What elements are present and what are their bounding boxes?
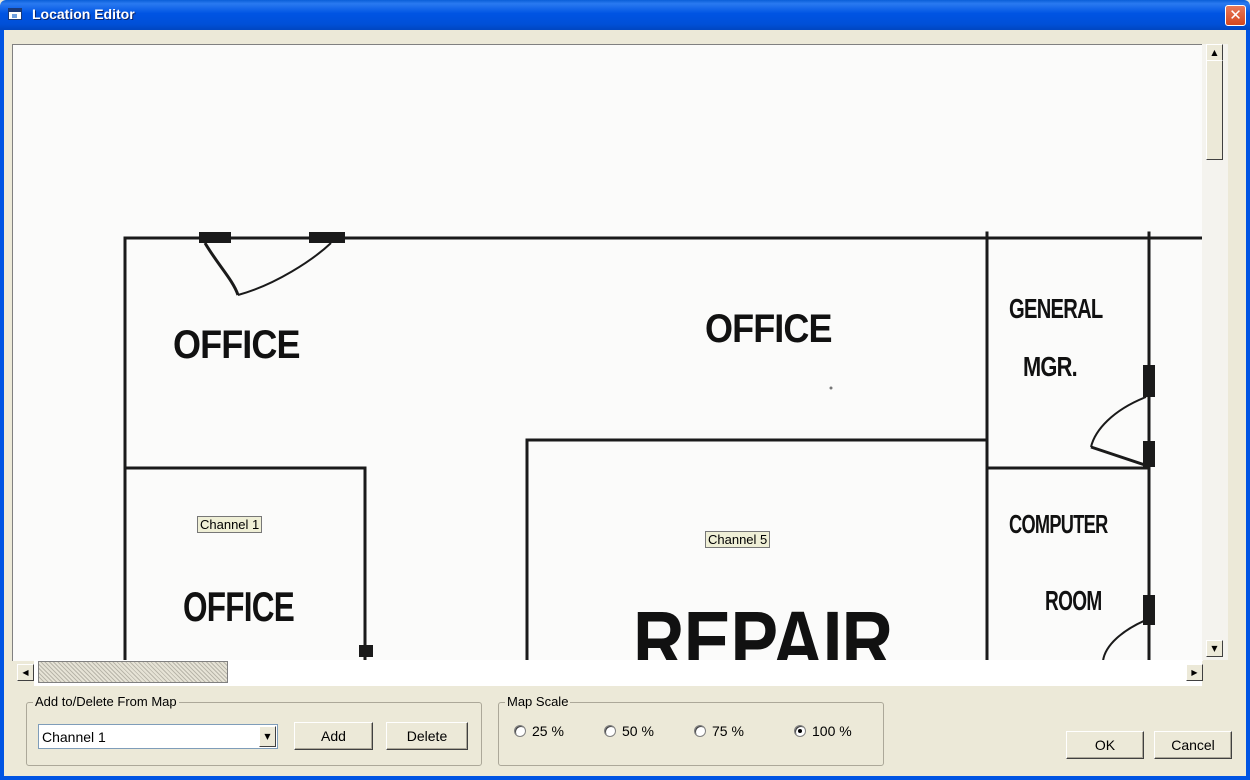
room-label-office: OFFICE <box>705 307 833 351</box>
horizontal-scroll-thumb[interactable] <box>38 661 228 683</box>
radio-label-50: 50 % <box>622 723 654 739</box>
channel-select-value: Channel 1 <box>42 729 106 745</box>
room-label-room: ROOM <box>1045 585 1102 616</box>
channel-select[interactable]: Channel 1 ▼ <box>38 724 278 749</box>
channel-marker[interactable]: Channel 5 <box>705 531 771 548</box>
add-button[interactable]: Add <box>294 722 373 750</box>
door-top-swing <box>237 242 332 296</box>
radio-25[interactable] <box>514 725 526 737</box>
radio-50[interactable] <box>604 725 616 737</box>
room-label-general: GENERAL <box>1009 293 1103 324</box>
add-delete-group-legend: Add to/Delete From Map <box>33 694 179 709</box>
room-label-office: OFFICE <box>183 583 295 630</box>
radio-label-100: 100 % <box>812 723 852 739</box>
vertical-scroll-thumb[interactable] <box>1206 60 1223 160</box>
room-label-computer: COMPUTER <box>1009 509 1108 539</box>
window-title: Location Editor <box>32 6 135 22</box>
door-gm-swing <box>1090 396 1147 448</box>
map-speck <box>829 386 833 390</box>
title-bar[interactable]: Location Editor ✕ <box>0 0 1250 30</box>
radio-label-25: 25 % <box>532 723 564 739</box>
scroll-left-button[interactable]: ◀ <box>17 664 34 681</box>
floor-plan-map[interactable]: OFFICE OFFICE GENERAL MGR. COMPUTER ROOM… <box>12 44 1203 661</box>
chevron-down-icon[interactable]: ▼ <box>259 726 276 747</box>
window-app-icon <box>8 8 22 20</box>
scroll-right-button[interactable]: ▶ <box>1186 664 1203 681</box>
scroll-down-button[interactable]: ▼ <box>1206 640 1223 657</box>
channel-marker[interactable]: Channel 1 <box>197 516 263 533</box>
ok-button[interactable]: OK <box>1066 731 1144 759</box>
window-frame-right <box>1246 30 1250 780</box>
door-computer-swing <box>1102 619 1147 661</box>
window-frame-left <box>0 30 4 780</box>
room-label-repair: REPAIR <box>633 594 893 661</box>
room-label-mgr: MGR. <box>1023 351 1078 382</box>
cancel-button[interactable]: Cancel <box>1154 731 1232 759</box>
radio-100[interactable] <box>794 725 806 737</box>
close-button[interactable]: ✕ <box>1225 5 1246 26</box>
delete-button[interactable]: Delete <box>386 722 468 750</box>
door-top-leaf <box>203 242 240 296</box>
door-gm-leaf <box>1090 445 1146 467</box>
room-label-office: OFFICE <box>173 323 301 367</box>
radio-label-75: 75 % <box>712 723 744 739</box>
map-scale-group-legend: Map Scale <box>505 694 571 709</box>
door-left-office <box>359 645 373 657</box>
radio-75[interactable] <box>694 725 706 737</box>
window-frame-bottom <box>0 776 1250 780</box>
scroll-up-button[interactable]: ▲ <box>1206 44 1223 61</box>
